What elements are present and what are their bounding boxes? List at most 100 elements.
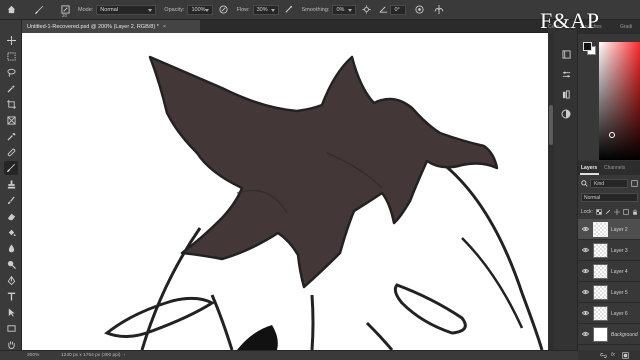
scrollbar-thumb[interactable] [549, 105, 553, 145]
document-tab[interactable]: Untitled-1-Recovered.psd @ 200% (Layer 2… [22, 20, 200, 33]
layer-name: Background [611, 332, 638, 338]
add-mask-icon[interactable] [622, 352, 629, 359]
flow-field[interactable]: 30% [252, 4, 279, 15]
layer-thumbnail [593, 222, 608, 237]
watermark-logo: F&AP [540, 8, 600, 33]
paint-bucket-tool-icon[interactable] [4, 225, 18, 239]
crop-tool-icon[interactable] [4, 97, 18, 111]
flow-value: 30% [256, 6, 268, 13]
lock-all-icon[interactable] [632, 209, 638, 215]
layer-row[interactable]: Layer 4 [578, 261, 640, 282]
opacity-label: Opacity: [164, 6, 185, 13]
brush-size-value: 20 [62, 13, 68, 18]
history-panel-icon[interactable] [560, 48, 572, 60]
fx-button[interactable]: fx [611, 352, 615, 358]
opacity-field[interactable]: 100% [187, 4, 214, 15]
blend-mode-select[interactable]: Normal [581, 193, 638, 202]
brush-preset-icon[interactable] [32, 3, 46, 17]
opacity-pressure-icon[interactable] [216, 3, 230, 17]
layer-row[interactable]: Layer 2 [578, 219, 640, 240]
layer-row[interactable]: Layer 3 [578, 240, 640, 261]
airbrush-icon[interactable] [282, 3, 296, 17]
filter-kind-select[interactable]: Kind [590, 179, 628, 188]
foreground-color-swatch[interactable] [583, 42, 592, 51]
mode-select[interactable]: Normal [96, 4, 157, 15]
home-icon[interactable] [4, 3, 18, 17]
layer-row[interactable]: Layer 6 [578, 303, 640, 324]
clone-stamp-tool-icon[interactable] [4, 177, 18, 191]
close-tab-icon[interactable]: × [163, 24, 166, 30]
lock-pixels-icon[interactable] [605, 209, 611, 215]
visibility-eye-icon[interactable] [582, 310, 589, 316]
brush-angle-icon[interactable] [376, 3, 390, 17]
lock-position-icon[interactable] [613, 208, 620, 215]
search-icon [581, 180, 588, 187]
layers-panel-tabs: Layers Channels [578, 161, 640, 175]
color-picker-marker[interactable] [609, 132, 615, 138]
color-spectrum[interactable] [599, 42, 640, 160]
eyedropper-tool-icon[interactable] [4, 129, 18, 143]
brush-tool-icon[interactable] [4, 161, 18, 175]
artwork-illustration [104, 55, 544, 350]
smoothing-settings-icon[interactable] [359, 3, 373, 17]
layer-thumbnail [593, 327, 608, 342]
pen-tool-icon[interactable] [4, 273, 18, 287]
zoom-level[interactable]: 200% [27, 353, 51, 358]
opacity-value: 100% [191, 6, 206, 13]
adjustments-panel-icon[interactable] [560, 108, 572, 120]
lock-transparent-icon[interactable] [596, 208, 602, 215]
right-panels: Color Swatches Gradi Layers Channels Kin… [548, 20, 640, 360]
tab-layers[interactable]: Layers [581, 165, 597, 171]
move-tool-icon[interactable] [4, 33, 18, 47]
lasso-tool-icon[interactable] [4, 65, 18, 79]
pressure-size-icon[interactable] [412, 3, 426, 17]
layer-thumbnail [593, 243, 608, 258]
symmetry-icon[interactable] [432, 3, 446, 17]
healing-brush-tool-icon[interactable] [4, 145, 18, 159]
visibility-eye-icon[interactable] [582, 226, 589, 232]
status-arrow-icon[interactable]: › [123, 353, 125, 358]
history-brush-tool-icon[interactable] [4, 193, 18, 207]
dodge-tool-icon[interactable] [4, 257, 18, 271]
color-panel: Color Swatches Gradi [548, 20, 640, 160]
smoothing-field[interactable]: 0% [332, 4, 357, 15]
mode-label: Mode: [78, 6, 94, 13]
visibility-eye-icon[interactable] [582, 268, 589, 274]
type-tool-icon[interactable] [4, 289, 18, 303]
path-selection-tool-icon[interactable] [4, 305, 18, 319]
layer-row[interactable]: Layer 5 [578, 282, 640, 303]
link-layers-icon[interactable] [600, 352, 607, 359]
lock-artboard-icon[interactable] [623, 208, 629, 215]
properties-panel-icon[interactable] [560, 68, 572, 80]
layer-row[interactable]: Background [578, 324, 640, 345]
filter-kind-value: Kind [594, 180, 605, 187]
layer-thumbnail [593, 306, 608, 321]
active-tab-indicator [580, 173, 599, 175]
marquee-tool-icon[interactable] [4, 49, 18, 63]
frame-tool-icon[interactable] [4, 113, 18, 127]
layer-name: Layer 5 [611, 290, 628, 296]
visibility-eye-icon[interactable] [582, 247, 589, 253]
document-info[interactable]: 1240 px x 1754 px (300 ppi) [61, 353, 120, 358]
photoshop-window: 20 Mode: Normal Opacity: 100% Flow: 30% … [0, 0, 640, 360]
blur-tool-icon[interactable] [4, 241, 18, 255]
filter-image-icon[interactable] [631, 180, 638, 187]
canvas-area[interactable] [22, 33, 548, 350]
visibility-eye-icon[interactable] [582, 289, 589, 295]
document-tab-title: Untitled-1-Recovered.psd @ 200% (Layer 2… [27, 23, 159, 30]
smoothing-value: 0% [336, 6, 345, 13]
layer-filter-row: Kind [581, 179, 638, 188]
visibility-eye-icon[interactable] [582, 331, 589, 337]
quick-select-tool-icon[interactable] [4, 81, 18, 95]
tab-channels[interactable]: Channels [604, 165, 625, 171]
tab-gradients[interactable]: Gradi [620, 24, 632, 30]
angle-value: 0° [394, 6, 400, 13]
tools-panel [0, 20, 22, 350]
layer-thumbnail [593, 264, 608, 279]
eraser-tool-icon[interactable] [4, 209, 18, 223]
hand-tool-icon[interactable] [4, 337, 18, 351]
libraries-panel-icon[interactable] [560, 88, 572, 100]
document-tab-bar: Untitled-1-Recovered.psd @ 200% (Layer 2… [22, 20, 548, 33]
rectangle-tool-icon[interactable] [4, 321, 18, 335]
angle-field[interactable]: 0° [390, 4, 407, 15]
